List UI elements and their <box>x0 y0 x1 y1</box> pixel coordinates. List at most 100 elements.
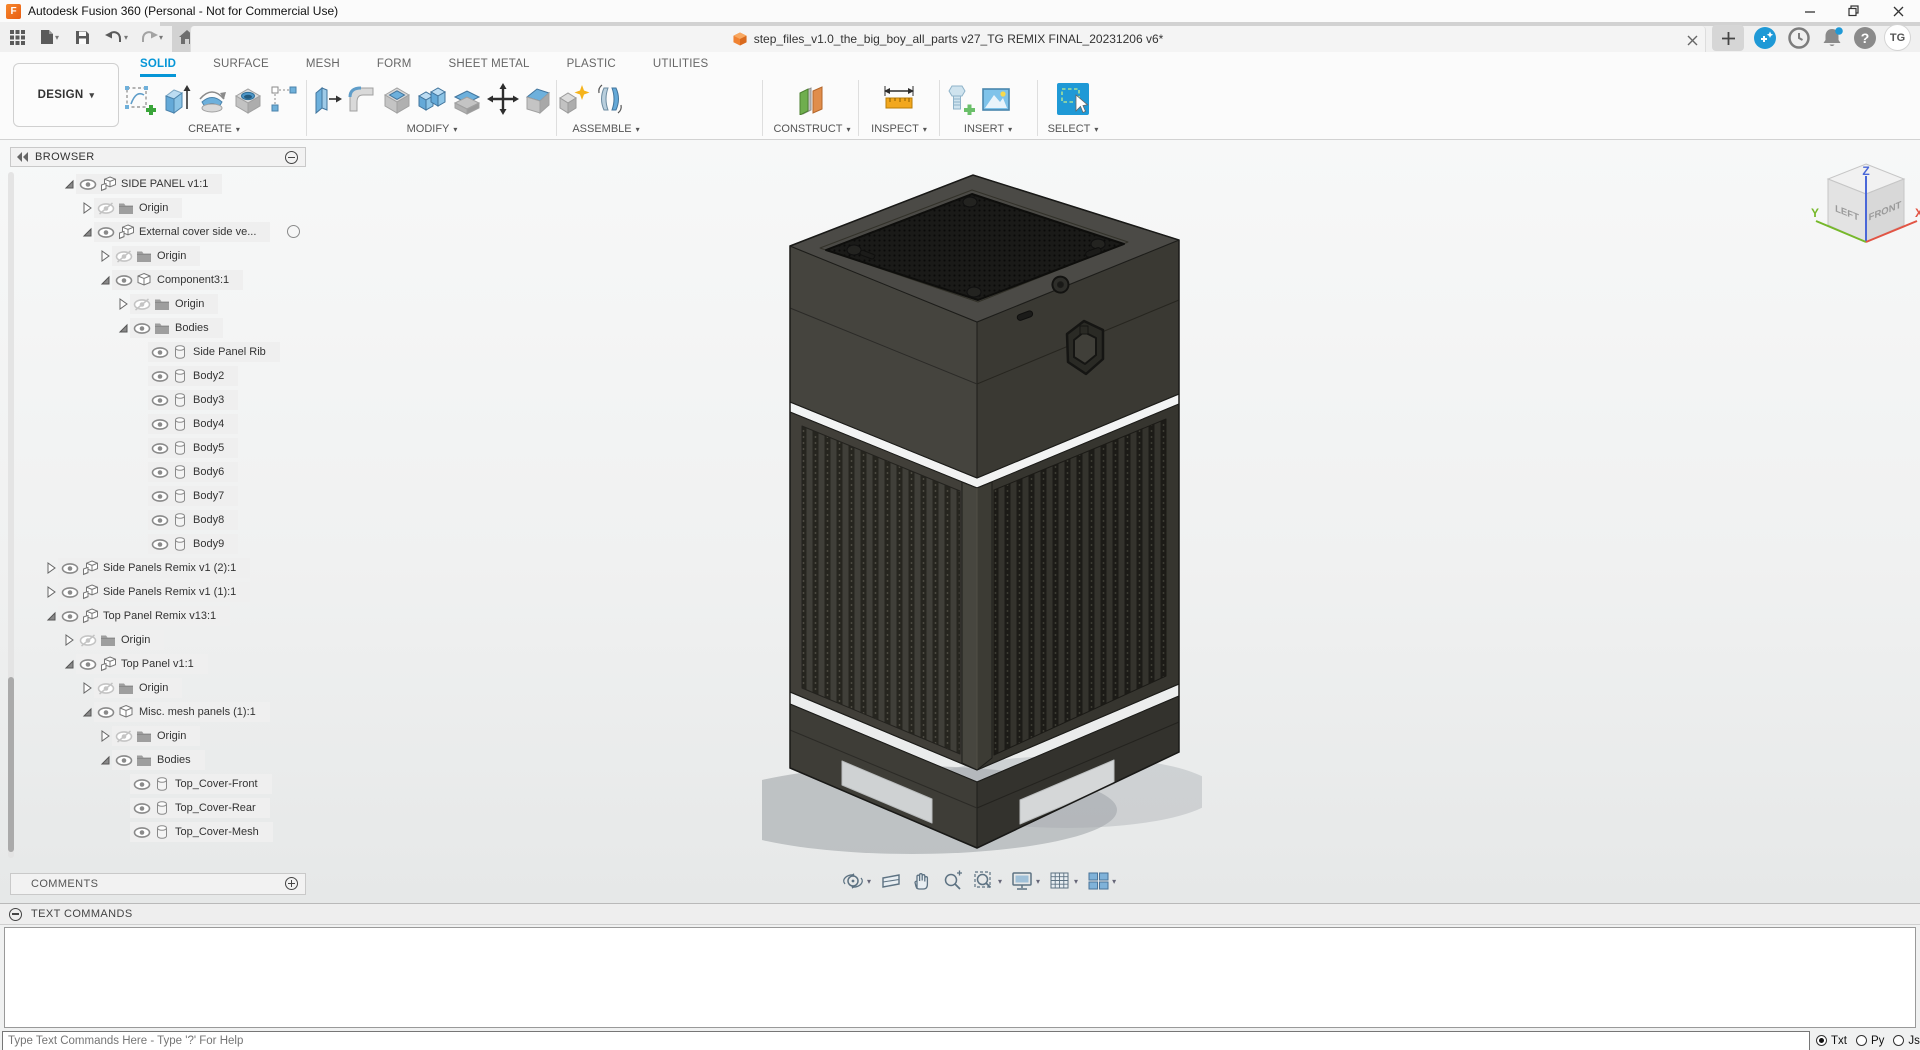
visibility-eye-icon[interactable] <box>150 370 170 383</box>
minimize-button[interactable] <box>1788 0 1832 22</box>
zoom-button[interactable] <box>939 868 967 894</box>
restore-button[interactable] <box>1832 0 1876 22</box>
expand-toggle-icon[interactable] <box>98 273 112 287</box>
tree-node-label[interactable]: Top Panel Remix v13:1 <box>103 610 216 622</box>
display-settings-button[interactable]: ▾ <box>1008 868 1043 894</box>
hole-button[interactable] <box>230 78 266 120</box>
expand-toggle-icon[interactable] <box>116 297 130 311</box>
canvas-button[interactable] <box>978 78 1014 120</box>
tree-row[interactable]: Origin <box>10 244 310 268</box>
visibility-eye-icon[interactable] <box>150 418 170 431</box>
create-menu[interactable]: CREATE▾ <box>122 123 306 135</box>
document-tab[interactable]: step_files_v1.0_the_big_boy_all_parts v2… <box>190 26 1706 52</box>
visibility-eye-icon[interactable] <box>114 250 134 263</box>
tree-row[interactable]: Body2 <box>10 364 310 388</box>
tree-node-label[interactable]: SIDE PANEL v1:1 <box>121 178 208 190</box>
expand-toggle-icon[interactable] <box>134 465 148 479</box>
visibility-eye-icon[interactable] <box>78 658 98 671</box>
tree-node-label[interactable]: Misc. mesh panels (1):1 <box>139 706 256 718</box>
comments-panel-header[interactable]: COMMENTS <box>10 873 306 895</box>
visibility-eye-icon[interactable] <box>132 778 152 791</box>
measure-button[interactable] <box>881 78 917 120</box>
comments-expand-icon[interactable] <box>285 877 298 890</box>
browser-scrollbar-thumb[interactable] <box>8 677 14 852</box>
expand-toggle-icon[interactable] <box>134 369 148 383</box>
combine-button[interactable] <box>414 78 449 120</box>
ribbon-tab-mesh[interactable]: MESH <box>306 55 340 77</box>
tab-close-icon[interactable] <box>1687 33 1699 45</box>
expand-toggle-icon[interactable] <box>98 729 112 743</box>
tree-row[interactable]: Top_Cover-Front <box>10 772 310 796</box>
tree-node-label[interactable]: Origin <box>157 250 186 262</box>
tree-row[interactable]: Top Panel v1:1 <box>10 652 310 676</box>
tree-row[interactable]: Side Panels Remix v1 (2):1 <box>10 556 310 580</box>
ribbon-tab-solid[interactable]: SOLID <box>140 55 176 77</box>
visibility-eye-icon[interactable] <box>96 226 116 239</box>
app-grid-icon[interactable] <box>5 24 29 50</box>
mode-option-txt[interactable]: Txt <box>1816 1035 1847 1047</box>
split-body-button[interactable] <box>450 78 485 120</box>
look-at-button[interactable] <box>877 868 905 894</box>
selection-circle-icon[interactable] <box>287 225 300 238</box>
tree-node-label[interactable]: Body4 <box>193 418 224 430</box>
expand-toggle-icon[interactable] <box>98 249 112 263</box>
tree-node-label[interactable]: Side Panels Remix v1 (1):1 <box>103 586 236 598</box>
text-commands-console[interactable] <box>4 927 1916 1028</box>
tree-row[interactable]: Bodies <box>10 316 310 340</box>
visibility-eye-icon[interactable] <box>78 178 98 191</box>
text-commands-minimize-icon[interactable] <box>9 908 22 921</box>
close-button[interactable] <box>1876 0 1920 22</box>
inspect-menu[interactable]: INSPECT▾ <box>862 123 936 135</box>
model-3d[interactable] <box>762 158 1202 864</box>
visibility-eye-icon[interactable] <box>150 346 170 359</box>
tree-row[interactable]: Body4 <box>10 412 310 436</box>
tree-node-label[interactable]: Bodies <box>175 322 209 334</box>
select-button[interactable] <box>1055 78 1091 120</box>
tree-node-label[interactable]: Top_Cover-Front <box>175 778 258 790</box>
visibility-eye-icon[interactable] <box>150 466 170 479</box>
extrude-button[interactable] <box>158 78 194 120</box>
undo-button[interactable]: ▾ <box>102 24 131 50</box>
tree-node-label[interactable]: Component3:1 <box>157 274 229 286</box>
grid-snap-button[interactable]: ▾ <box>1046 868 1081 894</box>
redo-button[interactable]: ▾ <box>137 24 166 50</box>
insert-fastener-button[interactable] <box>942 78 978 120</box>
tree-row[interactable]: Body7 <box>10 484 310 508</box>
history-clock-icon[interactable] <box>1786 25 1811 50</box>
fillet-button[interactable] <box>343 78 378 120</box>
expand-toggle-icon[interactable] <box>62 177 76 191</box>
extensions-icon[interactable] <box>1752 25 1777 50</box>
move-copy-button[interactable] <box>485 78 520 120</box>
tree-row[interactable]: SIDE PANEL v1:1 <box>10 172 310 196</box>
expand-toggle-icon[interactable] <box>44 561 58 575</box>
tree-node-label[interactable]: Origin <box>157 730 186 742</box>
expand-toggle-icon[interactable] <box>134 441 148 455</box>
browser-scrollbar[interactable] <box>8 172 14 858</box>
visibility-eye-icon[interactable] <box>96 682 116 695</box>
tree-row[interactable]: Side Panel Rib <box>10 340 310 364</box>
pan-button[interactable] <box>908 868 936 894</box>
expand-toggle-icon[interactable] <box>80 705 94 719</box>
ribbon-tab-form[interactable]: FORM <box>377 55 412 77</box>
mode-radio[interactable] <box>1856 1035 1867 1046</box>
visibility-eye-icon[interactable] <box>150 514 170 527</box>
tree-node-label[interactable]: Top_Cover-Mesh <box>175 826 259 838</box>
tree-row[interactable]: Top Panel Remix v13:1 <box>10 604 310 628</box>
file-menu-button[interactable]: ▾ <box>37 24 62 50</box>
expand-toggle-icon[interactable] <box>134 537 148 551</box>
tree-node-label[interactable]: Body6 <box>193 466 224 478</box>
expand-toggle-icon[interactable] <box>116 321 130 335</box>
tree-node-label[interactable]: Origin <box>139 682 168 694</box>
pattern-button[interactable] <box>266 78 302 120</box>
tree-row[interactable]: Body9 <box>10 532 310 556</box>
visibility-eye-icon[interactable] <box>78 634 98 647</box>
mode-radio[interactable] <box>1816 1035 1827 1046</box>
visibility-eye-icon[interactable] <box>132 802 152 815</box>
revolve-button[interactable] <box>194 78 230 120</box>
ribbon-tab-utilities[interactable]: UTILITIES <box>653 55 708 77</box>
tree-node-label[interactable]: Top Panel v1:1 <box>121 658 194 670</box>
tree-node-label[interactable]: Side Panel Rib <box>193 346 266 358</box>
press-pull-button[interactable] <box>308 78 343 120</box>
text-commands-header[interactable]: TEXT COMMANDS <box>0 904 1920 925</box>
tree-node-label[interactable]: Body5 <box>193 442 224 454</box>
